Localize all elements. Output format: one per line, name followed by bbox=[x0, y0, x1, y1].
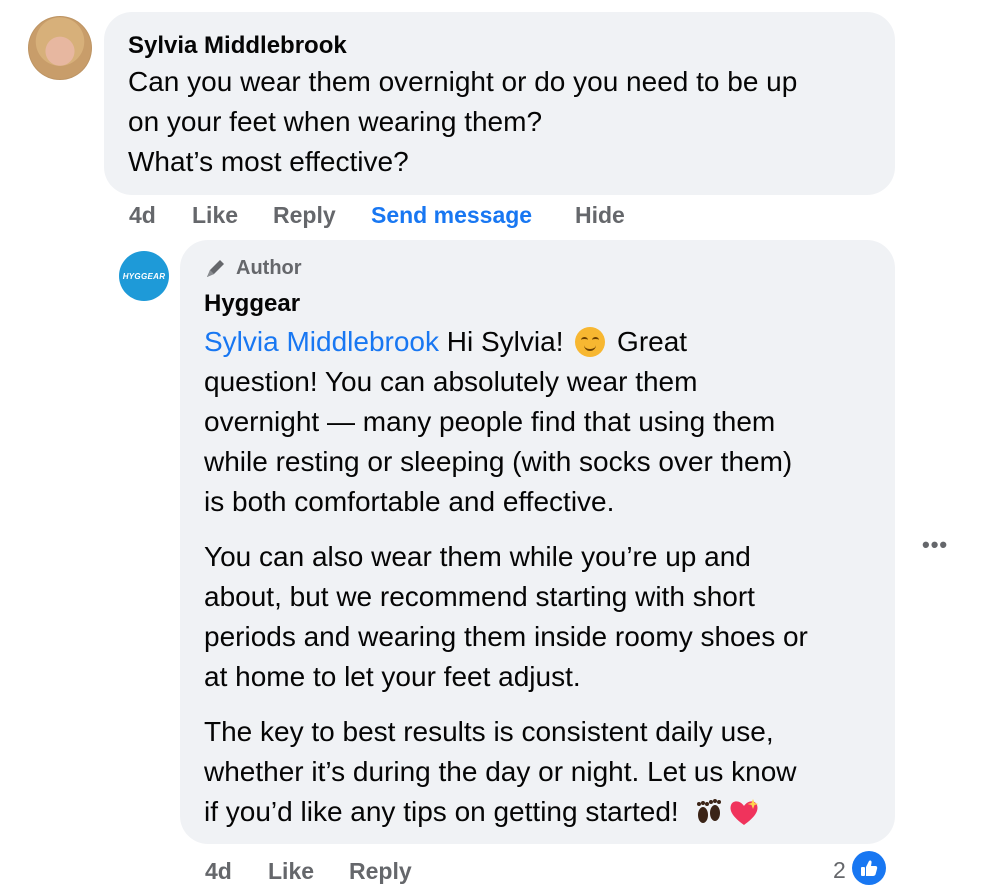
avatar[interactable] bbox=[28, 16, 92, 80]
like-button[interactable]: Like bbox=[268, 858, 314, 885]
reply-author-name[interactable]: Hyggear bbox=[204, 290, 300, 318]
comment-line: on your feet when wearing them? bbox=[128, 106, 543, 137]
reply-text: if you’d like any tips on getting starte… bbox=[204, 796, 679, 827]
comment-bubble: Sylvia Middlebrook Can you wear them ove… bbox=[104, 12, 895, 195]
reply-text: Hi Sylvia! bbox=[446, 326, 564, 357]
send-message-button[interactable]: Send message bbox=[371, 202, 532, 229]
author-badge-label: Author bbox=[236, 256, 302, 279]
comment-line: What’s most effective? bbox=[128, 146, 409, 177]
reply-line: question! You can absolutely wear them bbox=[204, 366, 698, 397]
reply-bubble: Author Hyggear Sylvia Middlebrook Hi Syl… bbox=[180, 240, 895, 844]
reply-line: periods and wearing them inside roomy sh… bbox=[204, 621, 808, 652]
comment-timestamp[interactable]: 4d bbox=[129, 202, 156, 229]
thumbs-up-icon[interactable] bbox=[852, 851, 886, 885]
reply-text: Great bbox=[617, 326, 688, 357]
pencil-icon bbox=[207, 260, 224, 277]
comment-author-name[interactable]: Sylvia Middlebrook bbox=[128, 32, 347, 60]
reply-paragraph: Sylvia Middlebrook Hi Sylvia! Great ques… bbox=[204, 322, 884, 522]
more-options-icon[interactable]: ••• bbox=[922, 532, 948, 558]
avatar-logo-text: HYGGEAR bbox=[122, 271, 166, 281]
reply-line: whether it’s during the day or night. Le… bbox=[204, 756, 797, 787]
reaction-count[interactable]: 2 bbox=[833, 857, 846, 884]
reply-line: at home to let your feet adjust. bbox=[204, 661, 581, 692]
like-button[interactable]: Like bbox=[192, 202, 238, 229]
reply-paragraph: You can also wear them while you’re up a… bbox=[204, 537, 884, 697]
reply-button[interactable]: Reply bbox=[349, 858, 412, 885]
sparkling-heart-icon bbox=[730, 799, 758, 825]
footprints-icon bbox=[696, 799, 721, 823]
mention-link[interactable]: Sylvia Middlebrook bbox=[204, 326, 439, 357]
avatar[interactable]: HYGGEAR bbox=[119, 251, 169, 301]
reply-line: The key to best results is consistent da… bbox=[204, 716, 774, 747]
hide-button[interactable]: Hide bbox=[575, 202, 625, 229]
author-badge: Author bbox=[204, 256, 302, 280]
comment-text: Can you wear them overnight or do you ne… bbox=[128, 62, 888, 182]
reply-line: while resting or sleeping (with socks ov… bbox=[204, 446, 793, 477]
reply-paragraph: The key to best results is consistent da… bbox=[204, 712, 884, 832]
reply-timestamp[interactable]: 4d bbox=[205, 858, 232, 885]
smiling-face-icon bbox=[575, 327, 606, 357]
reply-line: if you’d like any tips on getting starte… bbox=[204, 792, 884, 832]
reply-line: is both comfortable and effective. bbox=[204, 486, 615, 517]
thumbs-up-glyph bbox=[861, 860, 878, 876]
reply-line: You can also wear them while you’re up a… bbox=[204, 541, 751, 572]
reply-button[interactable]: Reply bbox=[273, 202, 336, 229]
reply-line: Sylvia Middlebrook Hi Sylvia! Great bbox=[204, 322, 884, 362]
reply-line: overnight — many people find that using … bbox=[204, 406, 776, 437]
reply-line: about, but we recommend starting with sh… bbox=[204, 581, 755, 612]
comment-line: Can you wear them overnight or do you ne… bbox=[128, 66, 798, 97]
